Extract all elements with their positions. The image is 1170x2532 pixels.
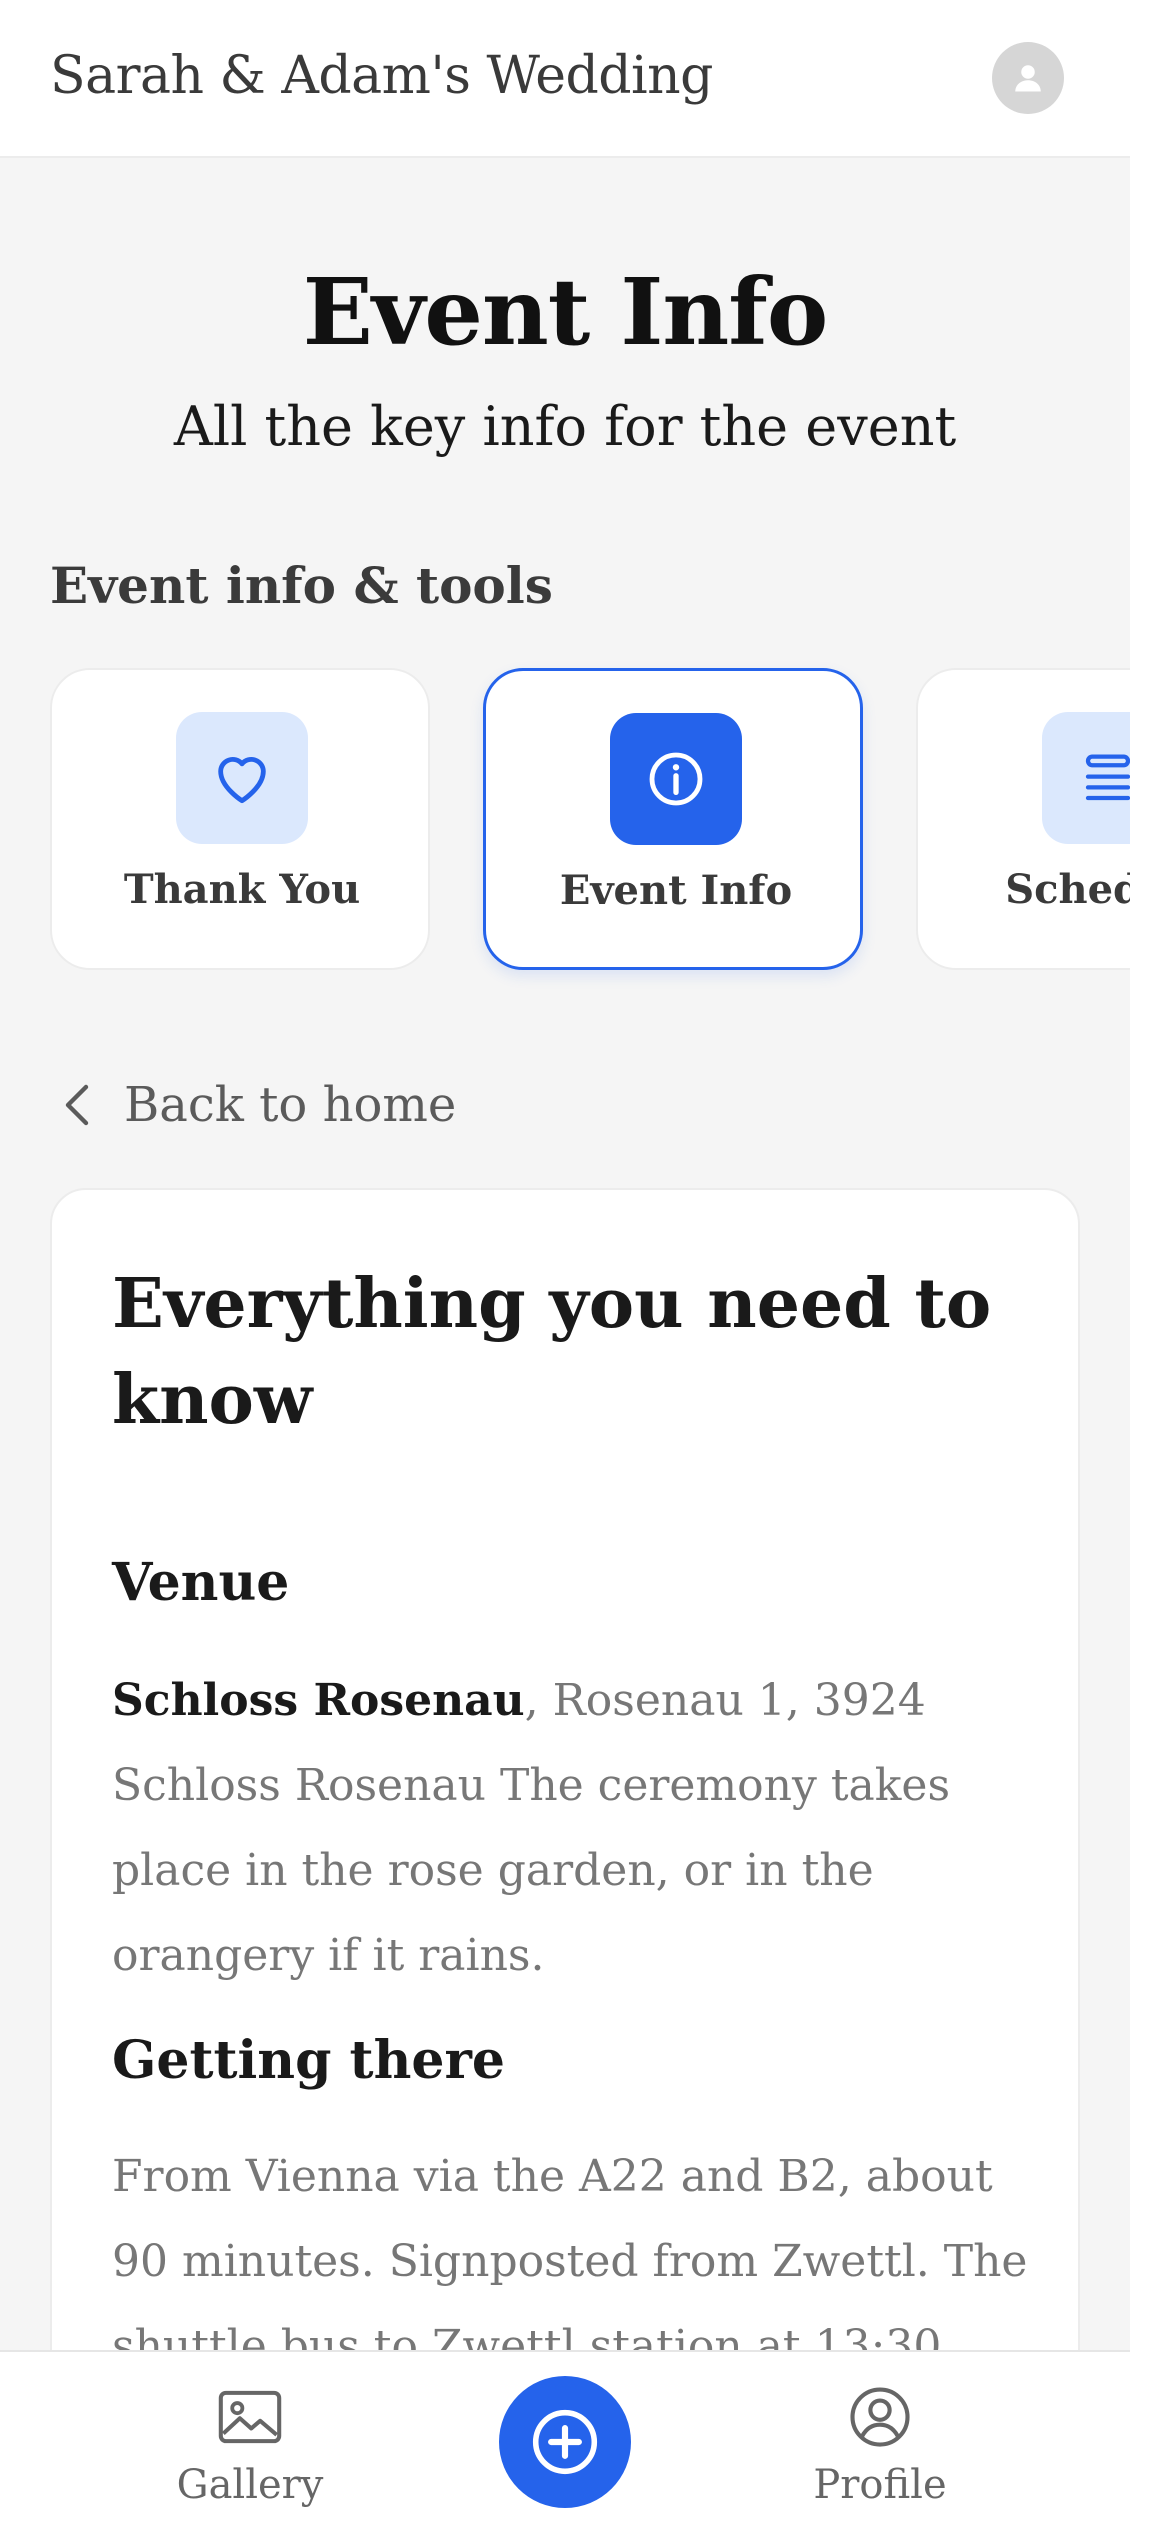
image-icon bbox=[218, 2390, 282, 2444]
info-card: Everything you need to know Venue Schlos… bbox=[50, 1188, 1080, 2532]
back-to-home-link[interactable]: Back to home bbox=[58, 1070, 456, 1140]
right-edge bbox=[1130, 0, 1170, 2532]
venue-text: Schloss Rosenau, Rosenau 1, 3924 Schloss… bbox=[112, 1658, 1042, 1998]
tool-label: Event Info bbox=[559, 867, 793, 914]
info-card-title: Everything you need to know bbox=[112, 1264, 992, 1440]
nav-profile[interactable]: Profile bbox=[770, 2382, 990, 2508]
heart-icon bbox=[218, 757, 266, 804]
venue-heading: Venue bbox=[112, 1552, 290, 1613]
app-title: Sarah & Adam's Wedding bbox=[50, 46, 713, 106]
avatar[interactable] bbox=[992, 42, 1064, 114]
back-link-label: Back to home bbox=[124, 1077, 457, 1133]
list-icon bbox=[1085, 754, 1130, 801]
nav-gallery-label: Gallery bbox=[176, 2462, 324, 2508]
page: Sarah & Adam's Wedding Event Info All th… bbox=[0, 0, 1130, 2532]
app-header: Sarah & Adam's Wedding bbox=[0, 0, 1130, 158]
user-icon bbox=[1015, 65, 1041, 92]
nav-profile-label: Profile bbox=[813, 2462, 947, 2508]
tools-carousel[interactable]: Thank You Event Info Schedule bbox=[50, 668, 1130, 978]
getting-there-heading: Getting there bbox=[112, 2030, 505, 2091]
tool-icon-container bbox=[610, 713, 742, 845]
tool-icon-container bbox=[176, 712, 308, 844]
nav-gallery[interactable]: Gallery bbox=[140, 2382, 360, 2508]
plus-icon bbox=[532, 2409, 598, 2475]
tool-card-event-info[interactable]: Event Info bbox=[483, 668, 863, 970]
page-title: Event Info bbox=[302, 258, 828, 366]
venue-name: Schloss Rosenau bbox=[112, 1675, 525, 1726]
page-subtitle: All the key info for the event bbox=[173, 395, 957, 458]
add-button[interactable] bbox=[499, 2376, 631, 2508]
chevron-left-icon bbox=[65, 1084, 89, 1126]
tool-card-schedule[interactable]: Schedule bbox=[916, 668, 1130, 970]
tools-section-label: Event info & tools bbox=[50, 556, 553, 615]
tool-label: Thank You bbox=[123, 866, 361, 913]
user-circle-icon bbox=[850, 2387, 910, 2447]
bottom-navigation: Gallery Profile bbox=[0, 2350, 1130, 2532]
tool-card-thank-you[interactable]: Thank You bbox=[50, 668, 430, 970]
info-icon bbox=[649, 752, 703, 806]
tool-label: Schedule bbox=[1005, 866, 1130, 913]
tool-icon-container bbox=[1042, 712, 1130, 844]
